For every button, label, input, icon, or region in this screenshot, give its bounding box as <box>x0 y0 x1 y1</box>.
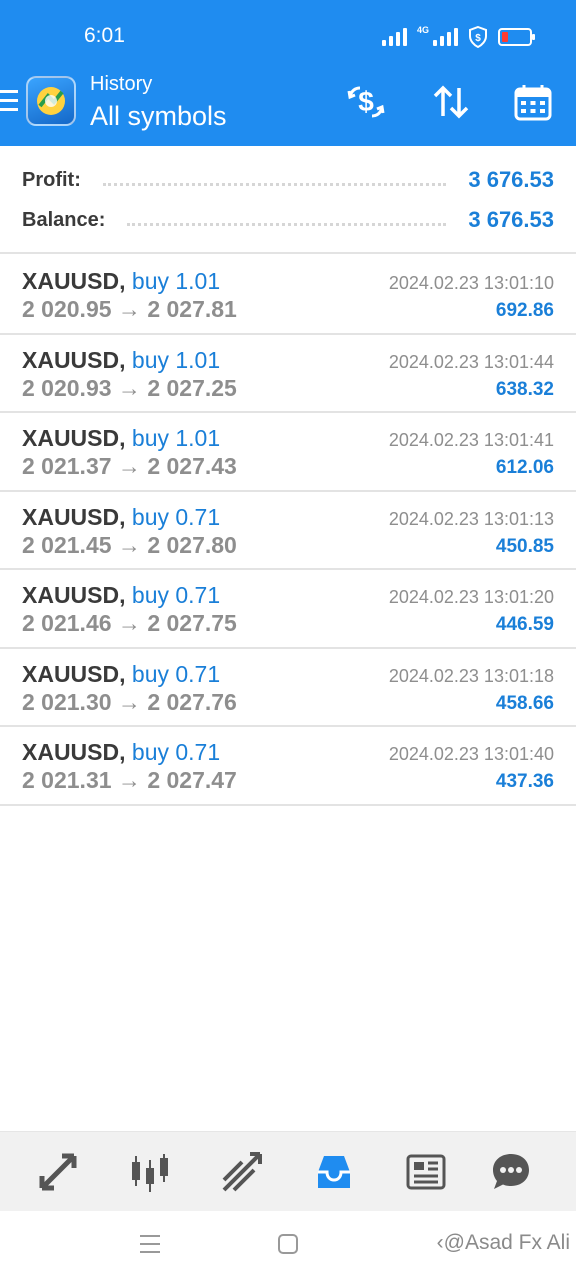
quotes-icon[interactable] <box>36 1150 80 1194</box>
battery-icon <box>498 28 535 46</box>
deal-prices: 2 021.45 → 2 027.80 <box>22 531 237 558</box>
deal-symbol: XAUUSD, buy 1.01 <box>22 268 221 294</box>
network-type: 4G <box>416 25 429 35</box>
history-icon[interactable] <box>312 1150 356 1194</box>
home-icon[interactable] <box>277 1233 299 1255</box>
dotted-leader <box>127 222 447 226</box>
deal-symbol: XAUUSD, buy 0.71 <box>22 739 221 765</box>
chat-icon[interactable] <box>489 1150 533 1194</box>
symbol-filter[interactable]: All symbols <box>90 101 227 132</box>
deal-prices: 2 020.95 → 2 027.81 <box>22 296 237 322</box>
deal-row[interactable]: XAUUSD, buy 0.71 2 021.45 → 2 027.80 202… <box>0 492 576 570</box>
profit-value: 3 676.53 <box>468 167 554 192</box>
signal-icon <box>381 28 407 46</box>
deal-prices: 2 021.46 → 2 027.75 <box>22 610 237 636</box>
deal-symbol: XAUUSD, buy 0.71 <box>22 503 221 530</box>
deal-row[interactable]: XAUUSD, buy 1.01 2 021.37 → 2 027.43 202… <box>0 413 576 492</box>
chart-icon[interactable] <box>128 1150 172 1194</box>
summary-panel: Profit: 3 676.53 Balance: 3 676.53 <box>0 146 576 254</box>
balance-label: Balance: <box>22 208 106 231</box>
news-icon[interactable] <box>404 1150 448 1194</box>
deal-side: buy 1.01 <box>131 268 221 294</box>
deal-time: 2024.02.23 13:01:18 <box>388 665 554 686</box>
shield-icon: $ <box>469 26 487 48</box>
deal-time: 2024.02.23 13:01:44 <box>388 351 554 372</box>
deal-row[interactable]: XAUUSD, buy 0.71 2 021.46 → 2 027.75 202… <box>0 570 576 649</box>
status-time: 6:01 <box>84 24 125 47</box>
balance-value: 3 676.53 <box>468 207 554 232</box>
deal-symbol: XAUUSD, buy 1.01 <box>22 346 221 373</box>
deal-time: 2024.02.23 13:01:41 <box>388 430 554 450</box>
back-icon[interactable]: ‹ <box>437 1231 444 1254</box>
sort-icon[interactable] <box>431 82 471 122</box>
svg-text:$: $ <box>475 33 481 44</box>
deal-side: buy 1.01 <box>131 346 221 373</box>
trade-icon[interactable] <box>220 1150 264 1194</box>
profit-row: Profit: 3 676.53 <box>22 165 554 195</box>
deal-side: buy 0.71 <box>131 739 221 765</box>
deal-profit: 692.86 <box>495 300 554 321</box>
dollar-exchange-icon[interactable]: $ <box>346 82 386 122</box>
deal-profit: 638.32 <box>495 378 554 400</box>
calendar-icon[interactable] <box>513 82 553 122</box>
deal-profit: 446.59 <box>495 614 554 635</box>
deal-time: 2024.02.23 13:01:40 <box>388 744 554 764</box>
deal-profit: 612.06 <box>495 457 554 478</box>
page-title: History <box>90 73 153 95</box>
menu-icon[interactable] <box>0 90 18 114</box>
deal-row[interactable]: XAUUSD, buy 1.01 2 020.93 → 2 027.25 202… <box>0 335 576 413</box>
signal-icon-2 <box>433 28 458 46</box>
bottom-nav <box>0 1131 576 1211</box>
deal-symbol: XAUUSD, buy 1.01 <box>22 425 221 451</box>
svg-text:$: $ <box>358 86 374 117</box>
recent-apps-icon[interactable] <box>139 1233 161 1255</box>
deal-time: 2024.02.23 13:01:10 <box>388 273 554 293</box>
deal-profit: 450.85 <box>495 535 554 557</box>
profit-label: Profit: <box>22 168 81 191</box>
deal-prices: 2 021.37 → 2 027.43 <box>22 453 237 479</box>
deal-row[interactable]: XAUUSD, buy 0.71 2 021.30 → 2 027.76 202… <box>0 649 576 727</box>
deal-symbol: XAUUSD, buy 0.71 <box>22 582 221 608</box>
deal-profit: 437.36 <box>495 771 554 792</box>
deals-list: XAUUSD, buy 1.01 2 020.95 → 2 027.81 202… <box>0 256 576 806</box>
deal-row[interactable]: XAUUSD, buy 0.71 2 021.31 → 2 027.47 202… <box>0 727 576 806</box>
dotted-leader <box>102 182 447 186</box>
deal-side: buy 0.71 <box>131 582 221 608</box>
deal-prices: 2 021.30 → 2 027.76 <box>22 688 237 715</box>
deal-time: 2024.02.23 13:01:13 <box>388 508 554 529</box>
deal-prices: 2 021.31 → 2 027.47 <box>22 767 237 793</box>
app-header: 6:01 4G $ History All symbols $ <box>0 0 576 146</box>
deal-time: 2024.02.23 13:01:20 <box>388 587 554 607</box>
deal-side: buy 0.71 <box>131 503 221 530</box>
watermark: ‹@Asad Fx Ali <box>436 1231 570 1254</box>
deal-prices: 2 020.93 → 2 027.25 <box>22 374 237 401</box>
deal-row[interactable]: XAUUSD, buy 1.01 2 020.95 → 2 027.81 202… <box>0 256 576 335</box>
deal-side: buy 1.01 <box>131 425 221 451</box>
status-icons: 4G $ <box>381 25 535 48</box>
system-nav-bar: ‹@Asad Fx Ali <box>0 1211 576 1280</box>
app-logo <box>26 76 76 126</box>
balance-row: Balance: 3 676.53 <box>22 205 554 235</box>
deal-side: buy 0.71 <box>131 660 221 687</box>
deal-symbol: XAUUSD, buy 0.71 <box>22 660 221 687</box>
deal-profit: 458.66 <box>495 692 554 714</box>
